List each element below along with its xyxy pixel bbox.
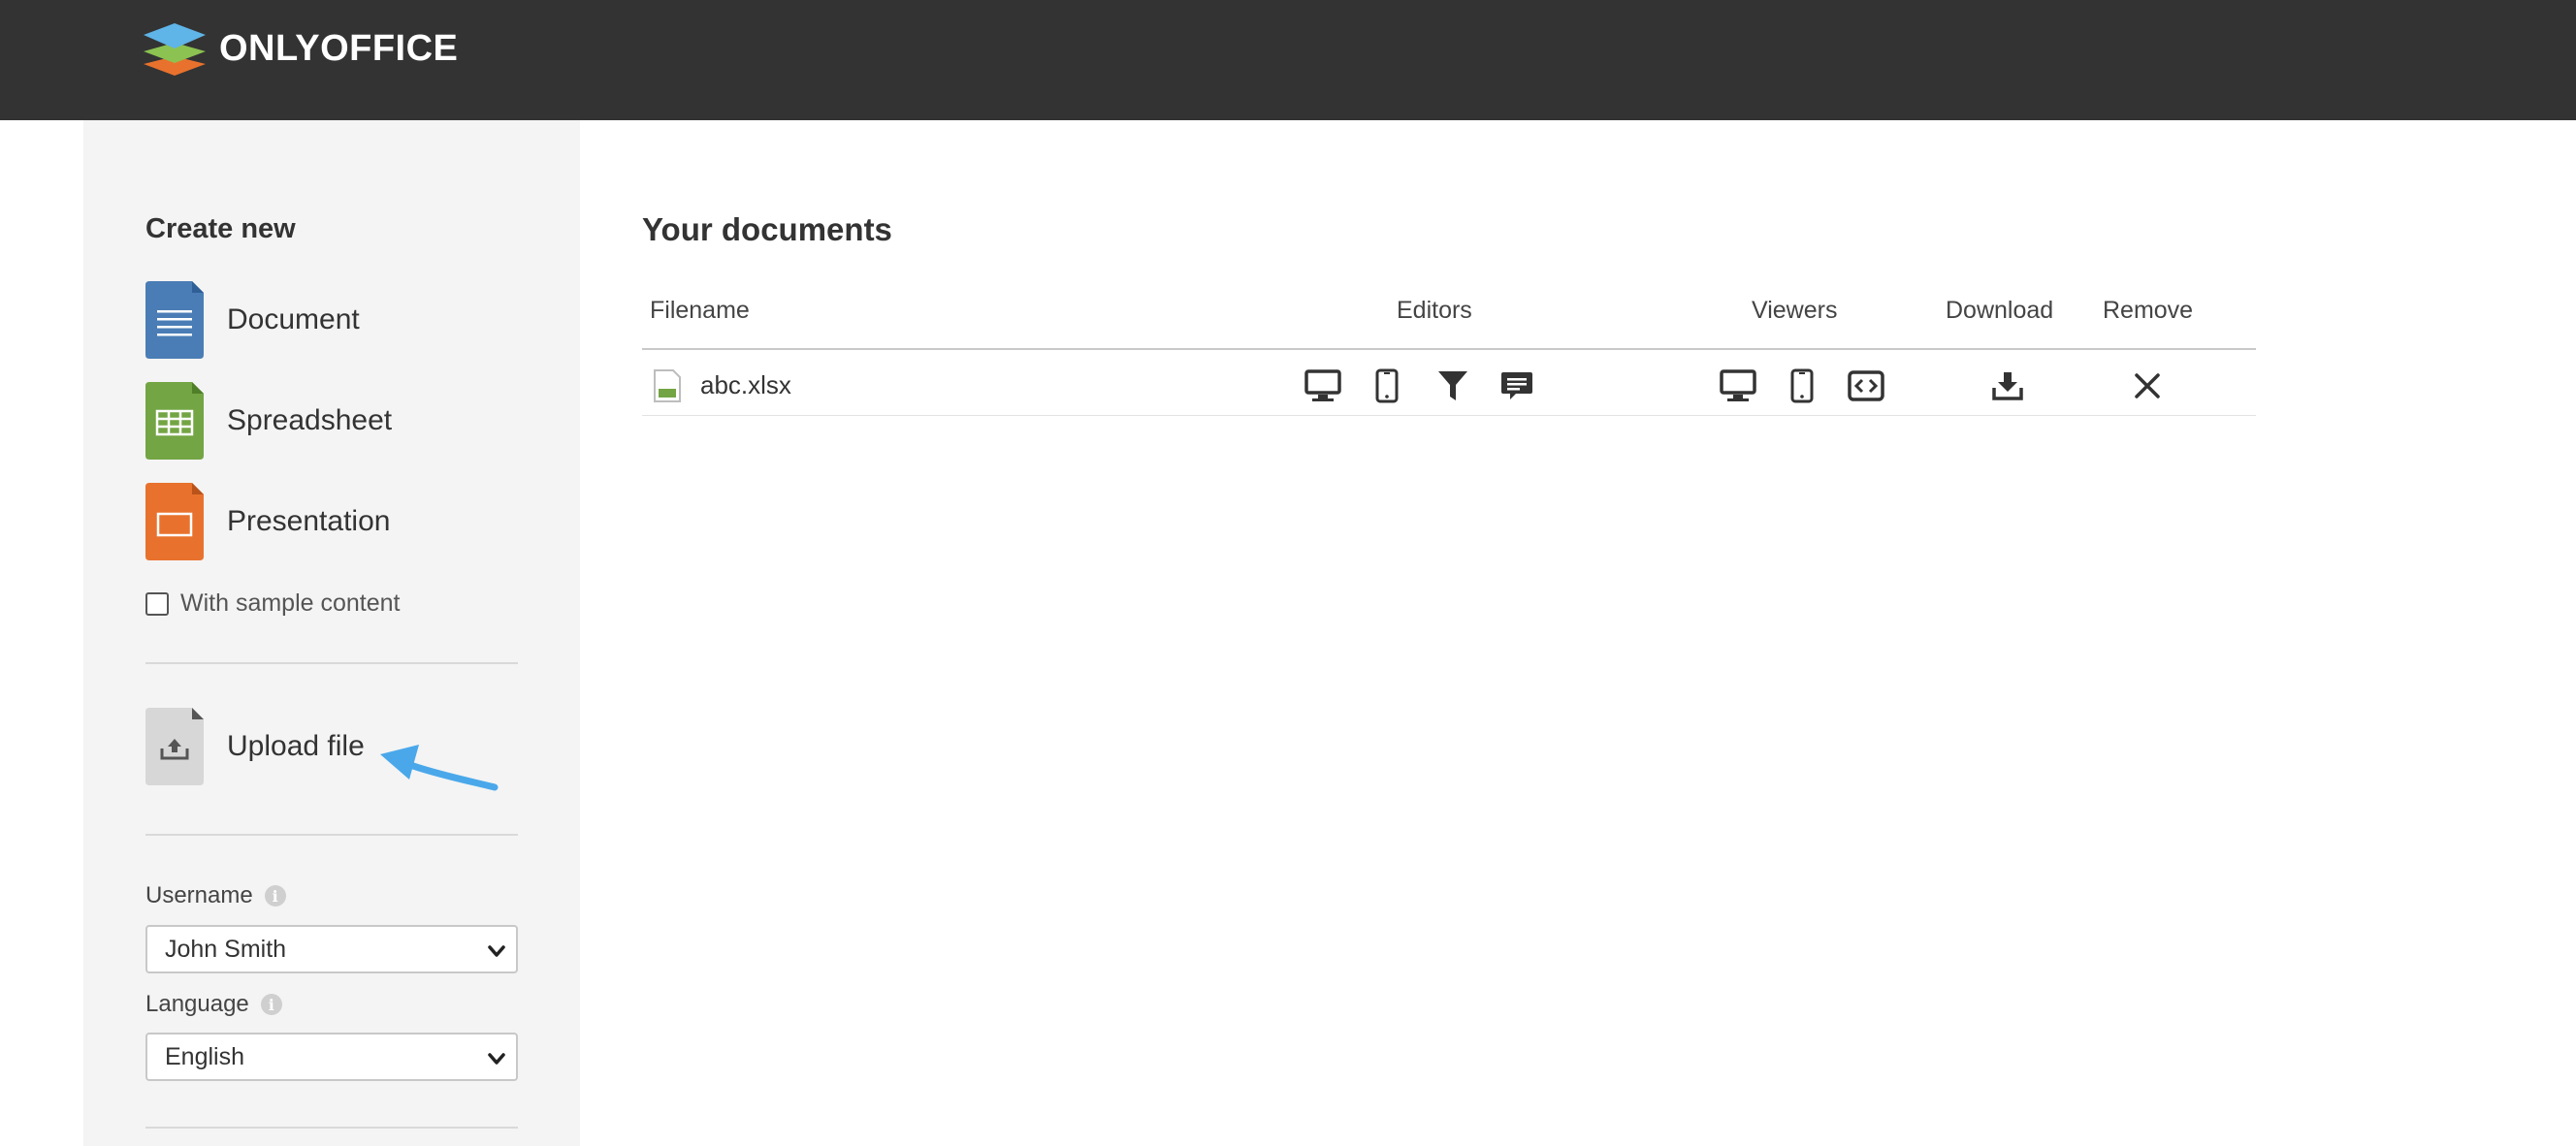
desktop-icon [1304,369,1341,401]
spreadsheet-icon [145,382,204,460]
document-icon [145,281,204,359]
language-select[interactable]: English [145,1033,518,1081]
create-document-label: Document [227,303,360,335]
view-desktop-button[interactable] [1717,366,1759,406]
column-header-editors: Editors [1397,297,1472,324]
remove-file-button[interactable] [2126,366,2169,406]
create-new-title: Create new [145,213,296,244]
column-header-filename: Filename [650,297,750,324]
username-value: John Smith [165,935,287,963]
file-name-link[interactable]: abc.xlsx [700,370,791,400]
sidebar: Create new Document Spreadsheet Presenta… [83,120,580,1146]
sidebar-divider [145,1127,518,1129]
language-value: English [165,1042,244,1070]
username-select[interactable]: John Smith [145,925,518,973]
column-header-viewers: Viewers [1752,297,1838,324]
download-icon [1992,372,2023,400]
view-mobile-button[interactable] [1781,366,1823,406]
chevron-down-icon [488,945,505,957]
edit-filter-button[interactable] [1432,366,1474,406]
table-row-divider [642,415,2256,416]
download-button[interactable] [1986,366,2029,406]
sample-content-option: With sample content [145,589,401,618]
comment-icon [1501,372,1532,399]
top-header: ONLYOFFICE [0,0,2576,120]
sidebar-divider [145,834,518,836]
column-header-remove: Remove [2103,297,2194,324]
edit-comment-button[interactable] [1496,366,1538,406]
create-document-button[interactable]: Document [145,281,495,359]
edit-mobile-button[interactable] [1366,366,1408,406]
page-title: Your documents [642,211,892,247]
edit-desktop-button[interactable] [1302,366,1344,406]
annotation-arrow-icon [380,745,499,791]
create-spreadsheet-label: Spreadsheet [227,404,393,436]
create-presentation-button[interactable]: Presentation [145,483,495,560]
info-icon[interactable]: i [260,994,282,1015]
mobile-icon [1790,368,1814,403]
sample-content-label[interactable]: With sample content [180,589,401,618]
info-icon[interactable]: i [264,885,286,907]
sample-content-checkbox[interactable] [145,591,169,616]
filter-icon [1438,371,1467,400]
create-presentation-label: Presentation [227,505,391,537]
brand-name: ONLYOFFICE [219,27,459,69]
table-header-divider [642,348,2256,350]
onlyoffice-logo-icon [144,23,206,76]
mobile-icon [1375,368,1399,403]
xlsx-file-icon [654,369,681,402]
upload-file-label: Upload file [227,730,365,762]
desktop-icon [1720,369,1756,401]
language-field-label: Language i [145,991,282,1018]
language-label: Language [145,991,249,1017]
presentation-icon [145,483,204,560]
view-embedded-button[interactable] [1845,366,1887,406]
upload-file-button[interactable]: Upload file [145,708,398,785]
create-spreadsheet-button[interactable]: Spreadsheet [145,382,495,460]
close-icon [2135,373,2160,398]
sidebar-divider [145,662,518,664]
username-label: Username [145,882,253,908]
username-field-label: Username i [145,882,286,909]
column-header-download: Download [1946,297,2054,324]
embed-icon [1848,370,1884,401]
upload-file-icon [145,708,204,785]
chevron-down-icon [488,1053,505,1065]
onlyoffice-logo[interactable]: ONLYOFFICE [144,21,458,76]
